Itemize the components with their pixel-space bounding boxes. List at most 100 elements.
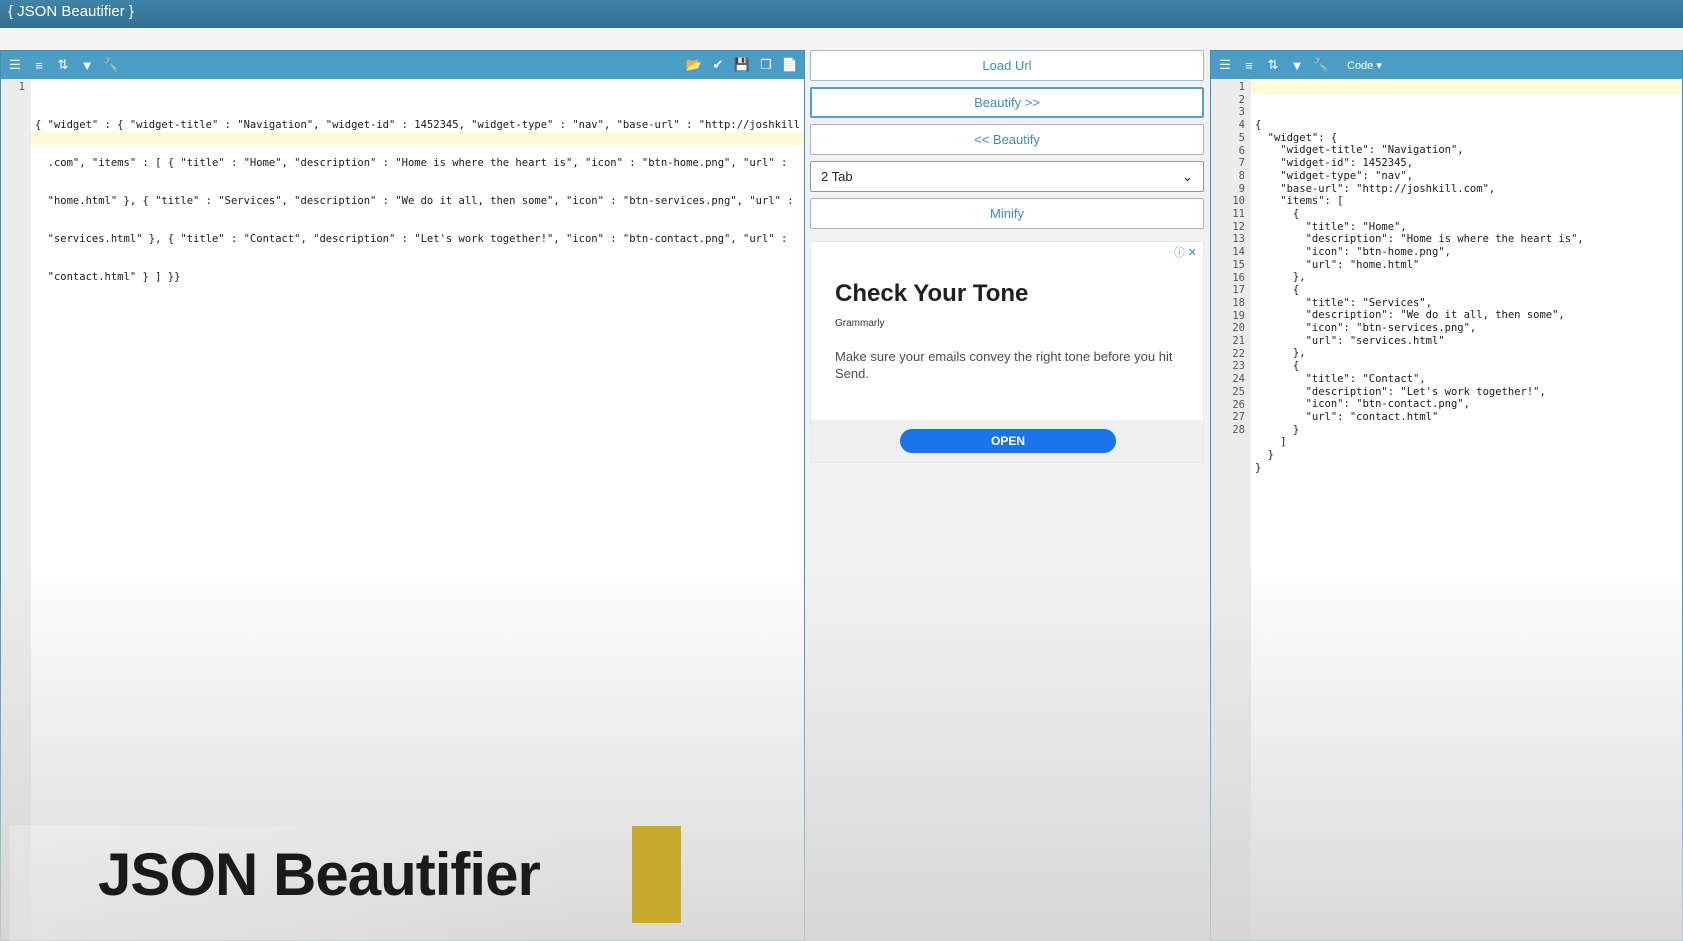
app-title: { JSON Beautifier } (8, 3, 134, 20)
compact-icon[interactable]: ≡ (1239, 55, 1259, 75)
app-title-bar: { JSON Beautifier } (0, 0, 1683, 28)
chevron-down-icon: ⌄ (1182, 168, 1193, 184)
ad-open-button[interactable]: OPEN (900, 429, 1116, 453)
input-editor[interactable]: 1 { "widget" : { "widget-title" : "Navig… (1, 79, 804, 940)
line-number: 20 (1232, 322, 1245, 335)
code-line: "description": "We do it all, then some"… (1255, 309, 1565, 322)
minify-button[interactable]: Minify (810, 198, 1204, 229)
code-line: } (1255, 448, 1274, 461)
code-line: }, (1255, 347, 1306, 360)
code-line: "url": "home.html" (1255, 258, 1420, 271)
format-indent-icon[interactable]: ☰ (1215, 55, 1235, 75)
document-icon[interactable]: 📄 (780, 55, 800, 75)
active-line-highlight (31, 132, 804, 145)
line-number: 3 (1238, 106, 1245, 119)
ad-footer: OPEN (811, 420, 1203, 462)
code-line: "icon": "btn-services.png", (1255, 322, 1477, 335)
ad-block[interactable]: ⓘ ✕ Check Your Tone Grammarly Make sure … (810, 241, 1204, 463)
active-line-highlight (1251, 81, 1682, 94)
code-mode-menu[interactable]: Code ▾ (1347, 59, 1382, 72)
filter-icon[interactable]: ▼ (1287, 55, 1307, 75)
compact-icon[interactable]: ≡ (29, 55, 49, 75)
beautify-left-button[interactable]: << Beautify (810, 124, 1204, 155)
video-caption: JSON Beautifier (98, 841, 541, 908)
line-number: 13 (1232, 233, 1245, 246)
line-number: 1 (18, 81, 25, 93)
code-line: "widget": { (1255, 131, 1338, 144)
indent-select-value: 2 Tab (821, 169, 853, 184)
output-editor-panel: ☰ ≡ ⇅ ▼ 🔧 Code ▾ 1 2 3 4 5 6 7 8 9 10 11 12 13 14 15 16… (1210, 50, 1683, 941)
line-number: 6 (1238, 144, 1245, 157)
code-line: }, (1255, 271, 1306, 284)
code-line: } (1255, 423, 1300, 436)
code-line: "widget-id": 1452345, (1255, 157, 1414, 170)
ad-close-icon[interactable]: ⓘ ✕ (1174, 244, 1197, 260)
code-line: { "widget" : { "widget-title" : "Navigat… (35, 119, 800, 132)
output-code-area[interactable]: { "widget": { "widget-title": "Navigatio… (1251, 79, 1682, 940)
input-toolbar: ☰ ≡ ⇅ ▼ 🔧 📂 ✔ 💾 ❐ 📄 (1, 51, 804, 79)
line-number: 25 (1232, 385, 1245, 398)
wrench-icon[interactable]: 🔧 (101, 55, 121, 75)
code-line: "url": "services.html" (1255, 334, 1445, 347)
ad-brand: Grammarly (835, 318, 885, 329)
input-code-area[interactable]: { "widget" : { "widget-title" : "Navigat… (31, 79, 804, 940)
ad-body: Make sure your emails convey the right t… (835, 349, 1173, 381)
line-number: 21 (1232, 335, 1245, 348)
output-editor[interactable]: 1 2 3 4 5 6 7 8 9 10 11 12 13 14 15 16 17 18 19 20 21 22 23 24 2… (1211, 79, 1682, 940)
code-line: "services.html" }, { "title" : "Contact"… (35, 233, 788, 246)
line-number: 22 (1232, 347, 1245, 360)
save-icon[interactable]: 💾 (732, 55, 752, 75)
sub-bar (0, 28, 1683, 50)
code-line: "contact.html" } ] }} (35, 271, 181, 284)
beautify-right-button[interactable]: Beautify >> (810, 87, 1204, 118)
line-number: 14 (1232, 246, 1245, 259)
line-number: 23 (1232, 360, 1245, 373)
line-number: 18 (1232, 296, 1245, 309)
format-indent-icon[interactable]: ☰ (5, 55, 25, 75)
code-line: "title": "Home", (1255, 220, 1407, 233)
code-line: { (1255, 360, 1300, 373)
code-line: "icon": "btn-home.png", (1255, 245, 1451, 258)
input-gutter: 1 (1, 79, 31, 940)
code-line: "description": "Home is where the heart … (1255, 233, 1584, 246)
caption-accent-bar (632, 826, 681, 923)
line-number: 2 (1238, 93, 1245, 106)
line-number: 11 (1232, 208, 1245, 221)
load-url-button[interactable]: Load Url (810, 50, 1204, 81)
line-number: 9 (1238, 182, 1245, 195)
line-number: 16 (1232, 271, 1245, 284)
filter-icon[interactable]: ▼ (77, 55, 97, 75)
line-number: 4 (1238, 119, 1245, 132)
code-line: { (1255, 119, 1262, 132)
code-line: "icon": "btn-contact.png", (1255, 398, 1470, 411)
line-number: 10 (1232, 195, 1245, 208)
sort-icon[interactable]: ⇅ (1263, 55, 1283, 75)
code-line: "url": "contact.html" (1255, 410, 1439, 423)
code-line: "title": "Services", (1255, 296, 1433, 309)
line-number: 1 (1238, 81, 1245, 93)
ad-title[interactable]: Check Your Tone (835, 280, 1028, 308)
code-line: "description": "Let's work together!", (1255, 385, 1546, 398)
line-number: 17 (1232, 284, 1245, 297)
line-number: 27 (1232, 411, 1245, 424)
line-number: 15 (1232, 258, 1245, 271)
controls-column: Load Url Beautify >> << Beautify 2 Tab ⌄… (810, 50, 1205, 463)
code-line: "widget-title": "Navigation", (1255, 144, 1464, 157)
code-line: ] (1255, 436, 1287, 449)
line-number: 12 (1232, 220, 1245, 233)
code-line: } (1255, 461, 1262, 474)
copy-icon[interactable]: ❐ (756, 55, 776, 75)
open-file-icon[interactable]: 📂 (684, 55, 704, 75)
clean-icon[interactable]: ✔ (708, 55, 728, 75)
code-line: { (1255, 284, 1300, 297)
output-toolbar: ☰ ≡ ⇅ ▼ 🔧 Code ▾ (1211, 51, 1682, 79)
line-number: 24 (1232, 373, 1245, 386)
code-line: "home.html" }, { "title" : "Services", "… (35, 195, 794, 208)
indent-select[interactable]: 2 Tab ⌄ (810, 161, 1204, 192)
wrench-icon[interactable]: 🔧 (1311, 55, 1331, 75)
line-number: 26 (1232, 398, 1245, 411)
line-number: 8 (1238, 169, 1245, 182)
sort-icon[interactable]: ⇅ (53, 55, 73, 75)
line-number: 19 (1232, 309, 1245, 322)
output-gutter: 1 2 3 4 5 6 7 8 9 10 11 12 13 14 15 16 17 18 19 20 21 22 23 24 2… (1211, 79, 1251, 940)
